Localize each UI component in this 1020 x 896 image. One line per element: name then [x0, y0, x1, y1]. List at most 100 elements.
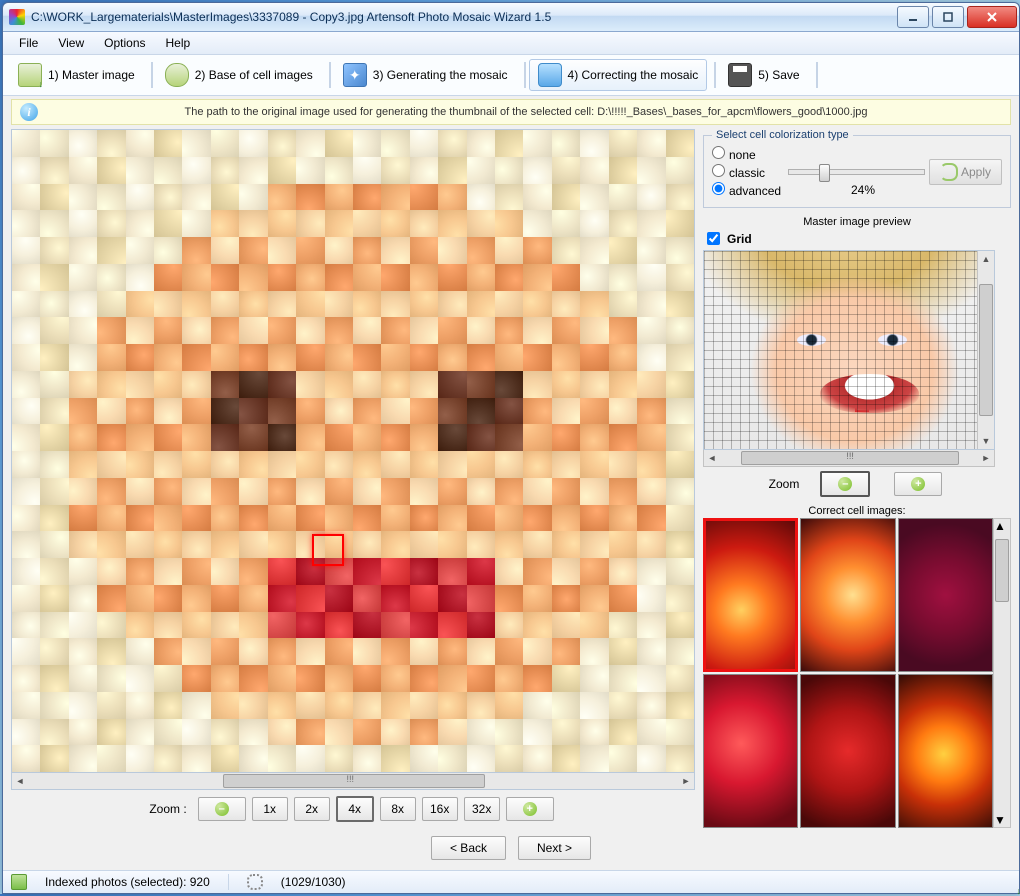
radio-none[interactable]: none — [712, 146, 756, 162]
scroll-thumb[interactable] — [995, 539, 1009, 603]
step-correct[interactable]: 4) Correcting the mosaic — [529, 59, 708, 91]
indexed-count: Indexed photos (selected): 920 — [45, 875, 210, 889]
step-master-image[interactable]: 1) Master image — [9, 59, 144, 91]
colorize-slider[interactable] — [788, 169, 925, 175]
reload-icon — [940, 163, 958, 181]
step-label: 5) Save — [758, 68, 799, 82]
separator — [714, 62, 716, 88]
menu-view[interactable]: View — [48, 34, 94, 52]
zoom-4x-button[interactable]: 4x — [336, 796, 374, 822]
master-preview[interactable]: ▲▼ — [703, 250, 995, 450]
close-button[interactable] — [967, 6, 1017, 28]
zoom-in-button[interactable]: + — [506, 797, 554, 821]
cell-thumbnail[interactable] — [800, 518, 895, 672]
zoom-controls: Zoom : – 1x 2x 4x 8x 16x 32x + — [11, 790, 695, 828]
mosaic-hscrollbar[interactable]: ◄ !!! ► — [11, 773, 695, 790]
menubar: File View Options Help — [3, 32, 1019, 55]
menu-file[interactable]: File — [9, 34, 48, 52]
wand-icon — [343, 63, 367, 87]
radio-advanced[interactable]: advanced — [712, 182, 784, 198]
minimize-button[interactable] — [897, 6, 929, 28]
mosaic-grid — [12, 130, 694, 772]
scroll-right-icon[interactable]: ► — [678, 776, 694, 786]
status-separator — [228, 874, 229, 890]
separator — [151, 62, 153, 88]
radio-classic[interactable]: classic — [712, 164, 784, 180]
apply-button[interactable]: Apply — [929, 159, 1002, 185]
step-toolbar: 1) Master image 2) Base of cell images 3… — [3, 55, 1019, 96]
step-label: 1) Master image — [48, 68, 135, 82]
scroll-left-icon[interactable]: ◄ — [12, 776, 28, 786]
base-images-icon — [165, 63, 189, 87]
statusbar: Indexed photos (selected): 920 (1029/103… — [3, 870, 1019, 893]
step-base-images[interactable]: 2) Base of cell images — [156, 59, 322, 91]
window-controls — [894, 6, 1017, 28]
indexed-icon — [11, 874, 27, 890]
master-image-icon — [18, 63, 42, 87]
cell-thumbnail[interactable] — [898, 674, 993, 828]
cell-thumbnail[interactable] — [898, 518, 993, 672]
menu-options[interactable]: Options — [94, 34, 155, 52]
scroll-up-icon[interactable]: ▲ — [994, 519, 1010, 533]
step-label: 4) Correcting the mosaic — [568, 68, 699, 82]
cells-vscrollbar[interactable]: ▲▼ — [993, 518, 1011, 828]
zoom-out-button[interactable]: – — [198, 797, 246, 821]
scroll-track[interactable]: !!! — [28, 773, 678, 789]
scroll-marker: !!! — [347, 774, 355, 784]
zoom-2x-button[interactable]: 2x — [294, 797, 330, 821]
mosaic-panel: ◄ !!! ► Zoom : – 1x 2x 4x 8x 16x 32x + — [11, 129, 697, 828]
separator — [329, 62, 331, 88]
info-text: The path to the original image used for … — [46, 106, 1006, 118]
scroll-down-icon[interactable]: ▼ — [994, 813, 1010, 827]
scroll-marker: !!! — [846, 451, 854, 461]
cell-thumbnail[interactable] — [800, 674, 895, 828]
plus-icon: + — [911, 477, 925, 491]
plus-icon: + — [523, 802, 537, 816]
zoom-16x-button[interactable]: 16x — [422, 797, 458, 821]
preview-zoom-controls: Zoom – + — [703, 471, 1011, 497]
preview-vscrollbar[interactable]: ▲▼ — [977, 251, 994, 449]
correct-cells-section: Correct cell images: ▲▼ — [703, 503, 1011, 828]
minus-icon: – — [215, 802, 229, 816]
cell-grid-wrap: ▲▼ — [703, 518, 1011, 828]
scroll-down-icon[interactable]: ▼ — [978, 433, 994, 449]
scroll-right-icon[interactable]: ► — [978, 450, 994, 466]
slider-knob[interactable] — [819, 164, 830, 182]
scroll-up-icon[interactable]: ▲ — [978, 251, 994, 267]
preview-zoom-in-button[interactable]: + — [894, 472, 942, 496]
zoom-1x-button[interactable]: 1x — [252, 797, 288, 821]
zoom-8x-button[interactable]: 8x — [380, 797, 416, 821]
cell-thumbnail[interactable] — [703, 674, 798, 828]
info-icon: i — [20, 103, 38, 121]
cube-icon — [538, 63, 562, 87]
nav-buttons: < Back Next > — [3, 828, 1019, 870]
scroll-left-icon[interactable]: ◄ — [704, 450, 720, 466]
save-icon — [728, 63, 752, 87]
separator — [524, 62, 526, 88]
grid-checkbox[interactable]: Grid — [703, 229, 1011, 248]
cell-thumbnails — [703, 518, 993, 828]
maximize-button[interactable] — [932, 6, 964, 28]
cell-thumbnail[interactable] — [703, 518, 798, 672]
correct-cells-title: Correct cell images: — [703, 505, 1011, 517]
progress-text: (1029/1030) — [281, 875, 346, 889]
step-generate[interactable]: 3) Generating the mosaic — [334, 59, 517, 91]
app-window: C:\WORK_Largematerials\MasterImages\3337… — [2, 2, 1020, 894]
preview-hscrollbar[interactable]: ◄!!! ► — [703, 450, 995, 467]
scroll-thumb[interactable] — [979, 284, 993, 417]
next-button[interactable]: Next > — [518, 836, 591, 860]
selected-cell-marker — [312, 534, 344, 566]
minus-icon: – — [838, 477, 852, 491]
menu-help[interactable]: Help — [156, 34, 201, 52]
spinner-icon — [247, 874, 263, 890]
mosaic-viewport[interactable] — [11, 129, 695, 773]
preview-zoom-out-button[interactable]: – — [820, 471, 870, 497]
step-save[interactable]: 5) Save — [719, 59, 808, 91]
step-label: 2) Base of cell images — [195, 68, 313, 82]
separator — [816, 62, 818, 88]
preview-section: Master image preview Grid ▲▼ ◄!!!► — [703, 214, 1011, 497]
back-button[interactable]: < Back — [431, 836, 506, 860]
radio-classic-row: classic Apply — [712, 163, 1002, 181]
colorization-group: Select cell colorization type none class… — [703, 129, 1011, 208]
zoom-32x-button[interactable]: 32x — [464, 797, 500, 821]
